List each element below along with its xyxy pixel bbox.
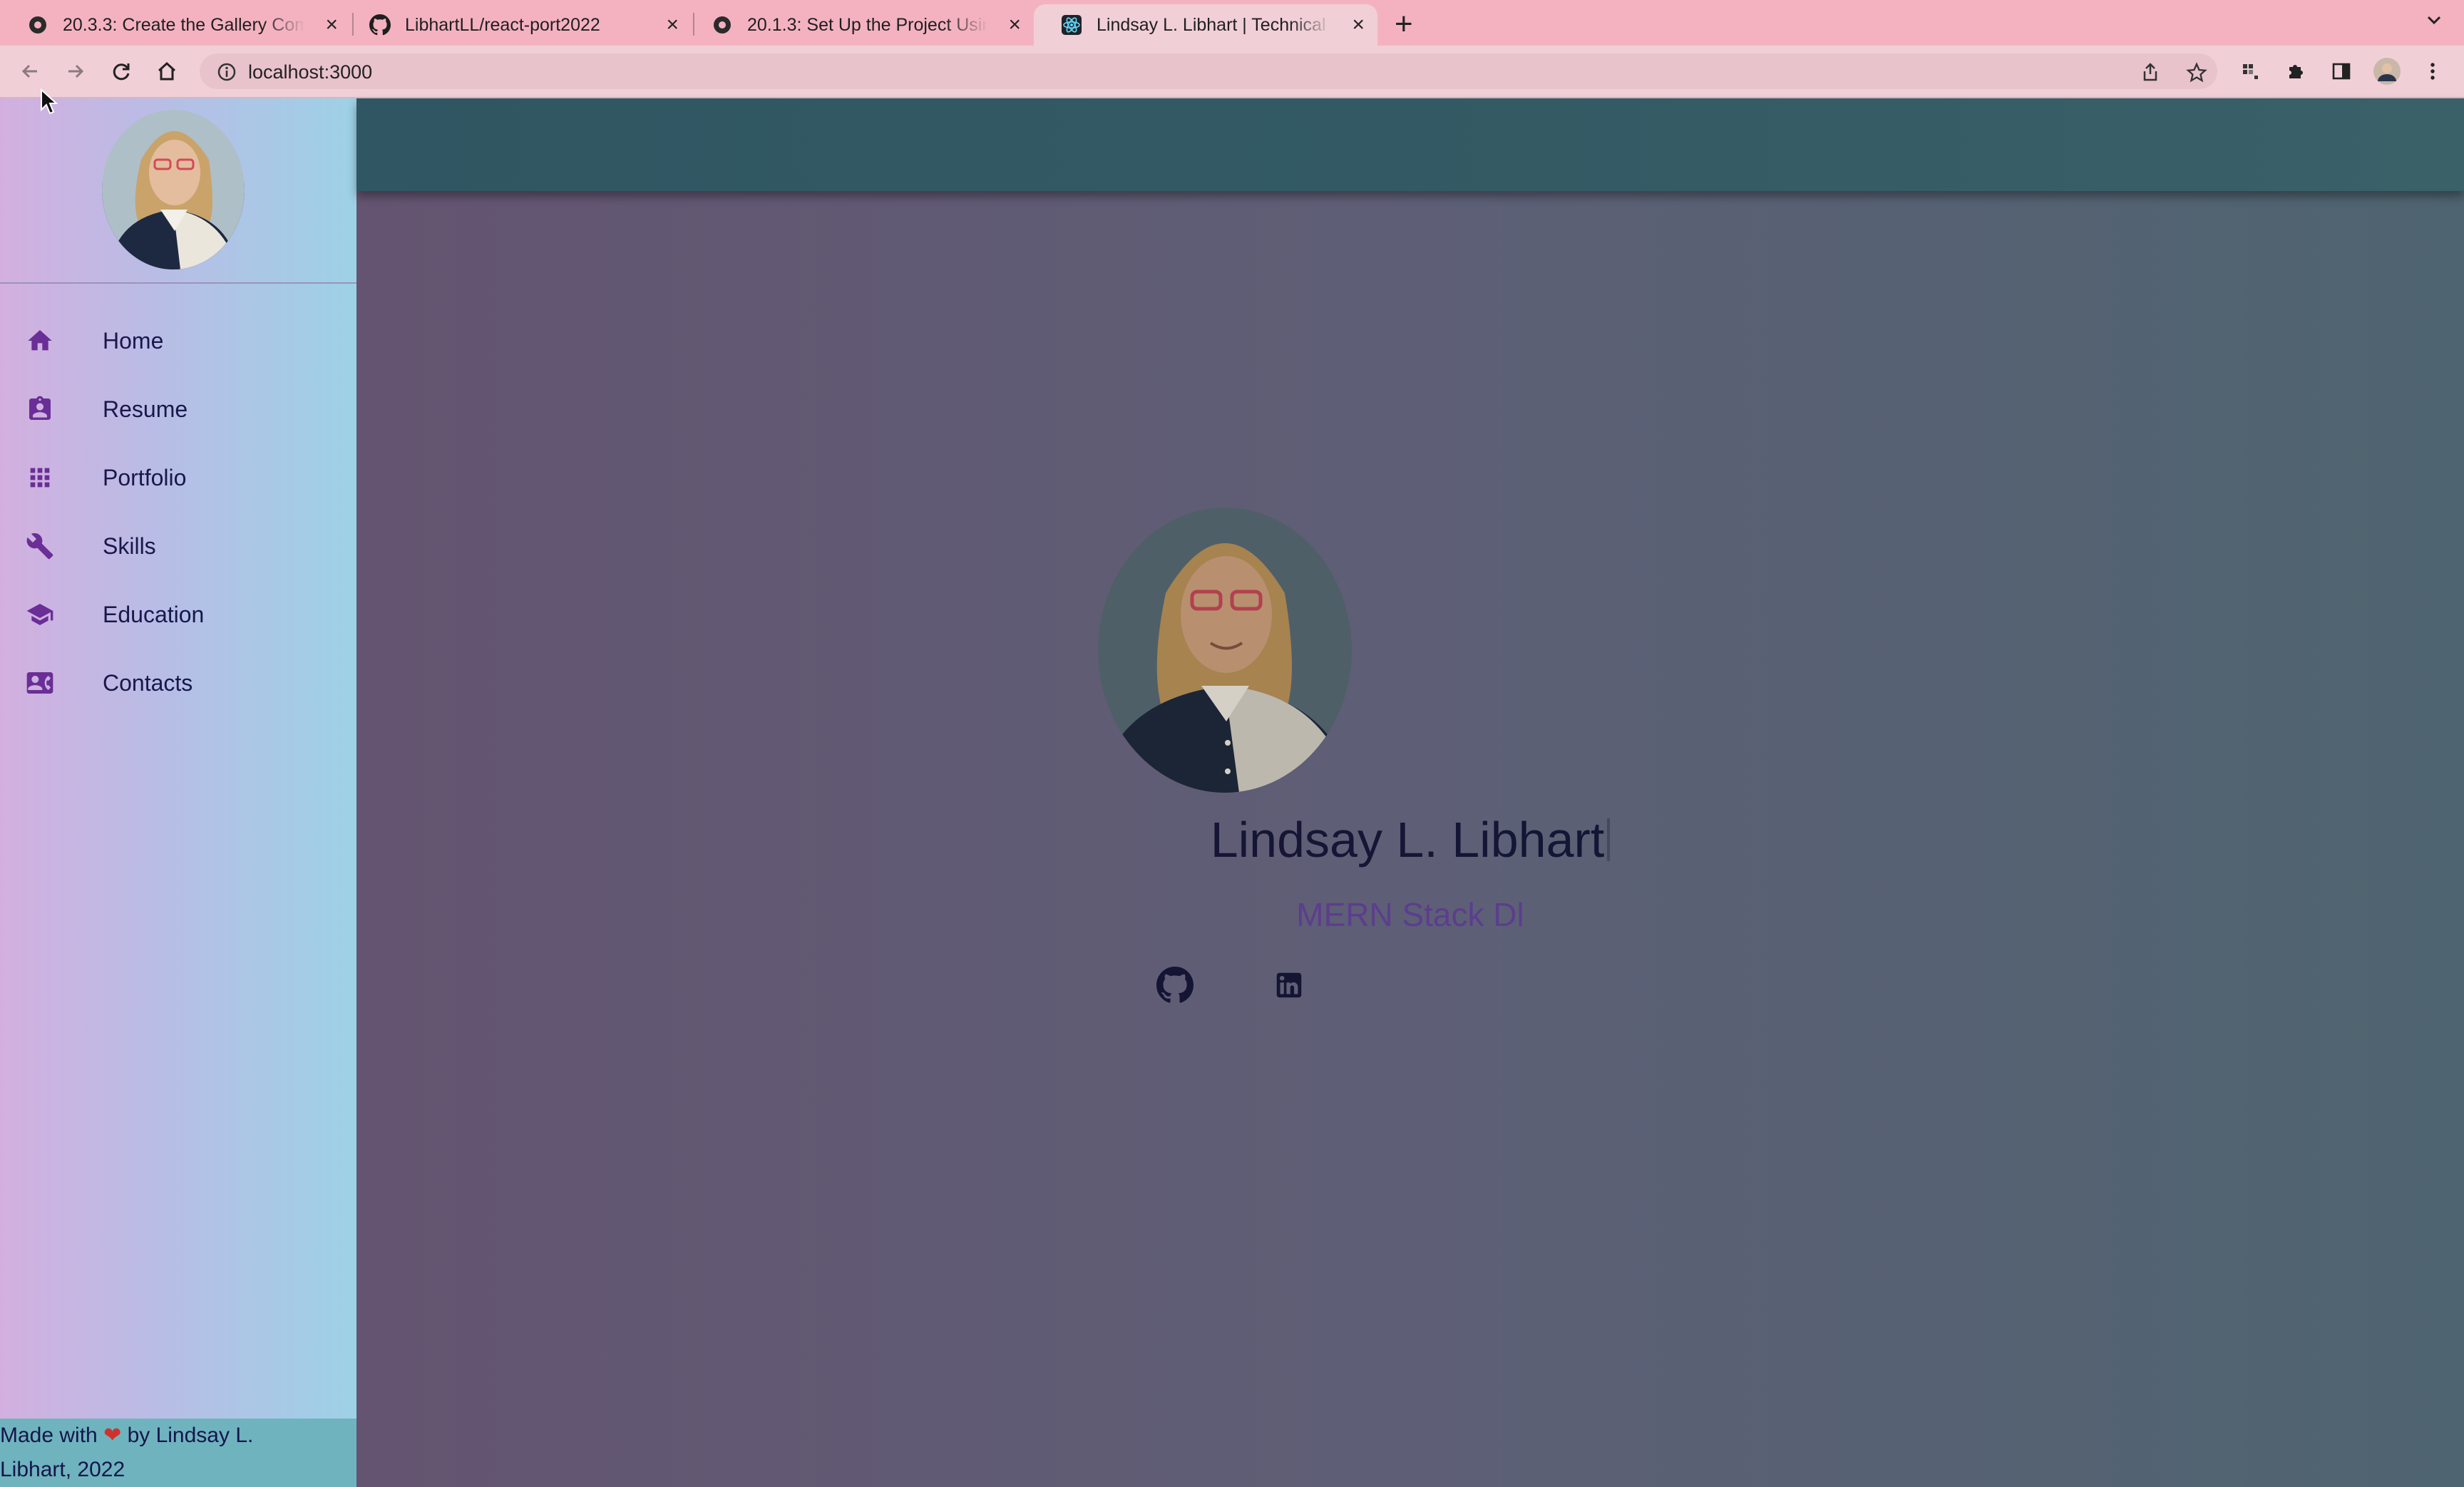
hero-subtitle-text: MERN Stack Dl (1296, 896, 1524, 933)
react-icon (1061, 14, 1082, 36)
footer-suffix: by Lindsay L. (127, 1424, 254, 1447)
resume-icon (21, 391, 58, 428)
wrench-icon (21, 528, 58, 565)
sidebar-item-home[interactable]: Home (0, 307, 356, 375)
sidebar-item-label: Resume (103, 396, 188, 422)
canvas-icon (712, 14, 733, 36)
reload-icon[interactable] (106, 56, 137, 87)
tab-github-repo[interactable]: LibhartLL/react-port2022 × (342, 4, 692, 46)
sidebar-item-label: Contacts (103, 669, 193, 696)
close-icon[interactable]: × (325, 14, 338, 36)
tab-title: 20.3.3: Create the Gallery Com (63, 14, 305, 36)
sidebar-item-education[interactable]: Education (0, 580, 356, 649)
close-icon[interactable]: × (1008, 14, 1021, 36)
school-icon (21, 596, 58, 633)
linkedin-icon (1273, 969, 1305, 1005)
main-content: Lindsay L. Libhart MERN Stack Dl (356, 98, 2464, 1487)
tab-gallery-component[interactable]: 20.3.3: Create the Gallery Com × (0, 4, 351, 46)
tab-setup-project[interactable]: 20.1.3: Set Up the Project Usin × (684, 4, 1034, 46)
back-icon[interactable] (14, 56, 46, 87)
tab-title: 20.1.3: Set Up the Project Usin (747, 14, 988, 36)
chevron-down-icon[interactable] (2424, 10, 2444, 35)
sidebar-nav: Home Resume Portfolio Skills Education C… (0, 307, 356, 717)
extension-grid-icon[interactable] (2234, 56, 2266, 87)
heart-icon: ❤ (103, 1424, 122, 1447)
new-tab-icon[interactable]: + (1395, 9, 1413, 40)
sidebar-item-label: Portfolio (103, 464, 187, 490)
sidebar-item-skills[interactable]: Skills (0, 512, 356, 580)
github-icon (1156, 966, 1194, 1007)
footer-line2: Libhart, 2022 (0, 1458, 125, 1481)
home-icon (21, 322, 58, 359)
side-panel-icon[interactable] (2326, 56, 2357, 87)
share-icon[interactable] (2140, 62, 2160, 86)
sidebar-item-label: Education (103, 601, 205, 627)
sidebar: Home Resume Portfolio Skills Education C… (0, 98, 356, 1487)
sidebar-item-label: Skills (103, 532, 156, 559)
top-app-bar (356, 98, 2464, 191)
sidebar-item-resume[interactable]: Resume (0, 375, 356, 443)
sidebar-item-portfolio[interactable]: Portfolio (0, 443, 356, 512)
github-link[interactable] (1155, 966, 1195, 1007)
browser-tab-bar: 20.3.3: Create the Gallery Com × Libhart… (0, 0, 2464, 46)
canvas-icon (27, 14, 48, 36)
page-viewport: Home Resume Portfolio Skills Education C… (0, 98, 2464, 1487)
linkedin-link[interactable] (1269, 967, 1309, 1007)
hero-subtitle: MERN Stack Dl (356, 895, 2464, 934)
info-icon[interactable] (217, 62, 237, 86)
tab-portfolio-active[interactable]: Lindsay L. Libhart | Technical S × (1034, 4, 1377, 46)
browser-toolbar: localhost:3000 (0, 46, 2464, 98)
mouse-pointer-icon (41, 88, 58, 115)
more-menu-icon[interactable] (2417, 56, 2448, 87)
puzzle-extensions-icon[interactable] (2280, 56, 2311, 87)
close-icon[interactable]: × (1352, 14, 1365, 36)
hero-avatar (1098, 508, 1352, 793)
footer-prefix: Made with (0, 1424, 98, 1447)
sidebar-item-label: Home (103, 327, 164, 354)
hero-name: Lindsay L. Libhart (356, 811, 2464, 868)
grid-icon (21, 459, 58, 496)
sidebar-avatar (102, 110, 245, 269)
tab-title: LibhartLL/react-port2022 (405, 14, 646, 36)
profile-avatar-icon[interactable] (2371, 56, 2403, 87)
typing-caret (1607, 818, 1611, 861)
url-text: localhost:3000 (248, 61, 373, 83)
forward-icon[interactable] (60, 56, 91, 87)
github-icon (369, 14, 391, 36)
hero-name-text: Lindsay L. Libhart (1210, 812, 1605, 868)
sidebar-footer: Made with ❤ by Lindsay L. Libhart, 2022 (0, 1419, 356, 1487)
sidebar-avatar-area (0, 98, 356, 284)
close-icon[interactable]: × (666, 14, 679, 36)
address-bar[interactable]: localhost:3000 (200, 53, 2217, 89)
bookmark-star-icon[interactable] (2186, 62, 2207, 87)
home-icon[interactable] (151, 56, 183, 87)
sidebar-item-contacts[interactable]: Contacts (0, 649, 356, 717)
tab-title: Lindsay L. Libhart | Technical S (1097, 14, 1332, 36)
contact-card-icon (21, 664, 58, 701)
